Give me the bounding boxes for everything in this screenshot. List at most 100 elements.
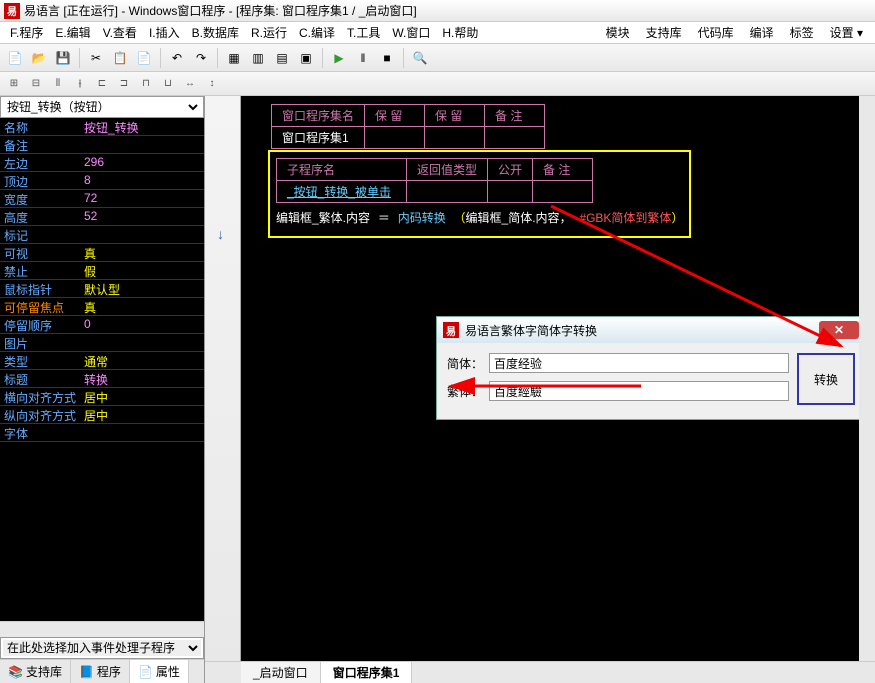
prop-value[interactable]: 真 xyxy=(80,244,204,261)
tb2-7[interactable]: ⊓ xyxy=(136,74,156,94)
menu-run[interactable]: R.运行 xyxy=(245,22,293,43)
code-line[interactable]: 编辑框_繁体.内容 ＝ 内码转换 （编辑框_简体.内容， #GBK简体到繁体） xyxy=(276,209,683,226)
prop-row[interactable]: 停留顺序0 xyxy=(0,316,204,334)
prop-value[interactable]: 假 xyxy=(80,262,204,279)
menu-file[interactable]: F.程序 xyxy=(4,22,49,43)
menu-help[interactable]: H.帮助 xyxy=(436,22,484,43)
prop-value[interactable]: 按钮_转换 xyxy=(80,118,204,135)
convert-button[interactable]: 转换 xyxy=(797,353,855,405)
menu-window[interactable]: W.窗口 xyxy=(386,22,436,43)
property-object-select[interactable]: 按钮_转换（按钮） xyxy=(3,99,201,115)
dialog-titlebar[interactable]: 易 易语言繁体字简体字转换 ✕ xyxy=(437,317,859,343)
menu-view[interactable]: V.查看 xyxy=(97,22,143,43)
tb-paste[interactable]: 📄 xyxy=(133,47,155,69)
prop-row[interactable]: 顶边8 xyxy=(0,172,204,190)
property-grid[interactable]: 名称按钮_转换备注左边296顶边8宽度72高度52标记可视真禁止假鼠标指针默认型… xyxy=(0,118,204,621)
tb2-5[interactable]: ⊏ xyxy=(92,74,112,94)
prop-row[interactable]: 类型通常 xyxy=(0,352,204,370)
tb-layout4[interactable]: ▣ xyxy=(295,47,317,69)
tab-support-lib[interactable]: 📚支持库 xyxy=(0,660,71,683)
tb2-4[interactable]: ⫲ xyxy=(70,74,90,94)
menu-r-compile[interactable]: 编译 xyxy=(742,22,782,43)
code-area[interactable]: 窗口程序集名 保 留 保 留 备 注 窗口程序集1 子程序名 返回值类型 公开 xyxy=(241,96,859,653)
prop-row[interactable]: 字体 xyxy=(0,424,204,442)
menu-r-settings[interactable]: 设置 ▾ xyxy=(822,22,871,43)
menu-edit[interactable]: E.编辑 xyxy=(49,22,96,43)
tb2-8[interactable]: ⊔ xyxy=(158,74,178,94)
tb2-1[interactable]: ⊞ xyxy=(4,74,24,94)
tb-layout1[interactable]: ▦ xyxy=(223,47,245,69)
prop-value[interactable] xyxy=(80,136,204,153)
prop-row[interactable]: 高度52 xyxy=(0,208,204,226)
prop-value[interactable]: 转换 xyxy=(80,370,204,387)
menu-r-tags[interactable]: 标签 xyxy=(782,22,822,43)
menu-r-code[interactable]: 代码库 xyxy=(690,22,742,43)
tb2-6[interactable]: ⊐ xyxy=(114,74,134,94)
prop-row[interactable]: 名称按钮_转换 xyxy=(0,118,204,136)
event-select[interactable]: 在此处选择加入事件处理子程序 xyxy=(3,640,201,656)
tab-program[interactable]: 📘程序 xyxy=(71,660,130,683)
tb-undo[interactable]: ↶ xyxy=(166,47,188,69)
tb2-9[interactable]: ↔ xyxy=(180,74,200,94)
sidebar-hscroll[interactable] xyxy=(0,621,204,637)
prop-value[interactable]: 72 xyxy=(80,190,204,207)
tb-pause[interactable]: ‖ xyxy=(352,47,374,69)
prop-value[interactable]: 52 xyxy=(80,208,204,225)
dialog-close-button[interactable]: ✕ xyxy=(819,321,859,339)
prop-value[interactable]: 0 xyxy=(80,316,204,333)
editor-vscroll[interactable] xyxy=(859,96,875,661)
event-selector[interactable]: 在此处选择加入事件处理子程序 xyxy=(0,637,204,659)
menu-r-module[interactable]: 模块 xyxy=(598,22,638,43)
property-object-selector[interactable]: 按钮_转换（按钮） xyxy=(0,96,204,118)
prop-value[interactable]: 默认型 xyxy=(80,280,204,297)
tb-layout2[interactable]: ▥ xyxy=(247,47,269,69)
prop-row[interactable]: 可视真 xyxy=(0,244,204,262)
prop-value[interactable]: 通常 xyxy=(80,352,204,369)
asm-name[interactable]: 窗口程序集1 xyxy=(272,127,365,149)
prop-row[interactable]: 禁止假 xyxy=(0,262,204,280)
tb-layout3[interactable]: ▤ xyxy=(271,47,293,69)
runtime-dialog[interactable]: 易 易语言繁体字简体字转换 ✕ 简体： 繁体： xyxy=(436,316,859,420)
prop-value[interactable] xyxy=(80,226,204,243)
prop-value[interactable]: 居中 xyxy=(80,406,204,423)
tb-run[interactable]: ▶ xyxy=(328,47,350,69)
prop-value[interactable]: 真 xyxy=(80,298,204,315)
prop-row[interactable]: 纵向对齐方式居中 xyxy=(0,406,204,424)
tb-new[interactable]: 📄 xyxy=(4,47,26,69)
prop-value[interactable] xyxy=(80,334,204,351)
prop-row[interactable]: 图片 xyxy=(0,334,204,352)
tb-redo[interactable]: ↷ xyxy=(190,47,212,69)
tab-properties[interactable]: 📄属性 xyxy=(130,660,189,683)
prop-row[interactable]: 宽度72 xyxy=(0,190,204,208)
sub-name[interactable]: _按钮_转换_被单击 xyxy=(277,181,407,203)
prop-row[interactable]: 鼠标指针默认型 xyxy=(0,280,204,298)
input-simplified[interactable] xyxy=(489,353,789,373)
prop-value[interactable] xyxy=(80,424,204,441)
menu-r-lib[interactable]: 支持库 xyxy=(638,22,690,43)
prop-row[interactable]: 横向对齐方式居中 xyxy=(0,388,204,406)
tb-open[interactable]: 📂 xyxy=(28,47,50,69)
prop-row[interactable]: 左边296 xyxy=(0,154,204,172)
prop-row[interactable]: 标记 xyxy=(0,226,204,244)
tb2-2[interactable]: ⊟ xyxy=(26,74,46,94)
tb-copy[interactable]: 📋 xyxy=(109,47,131,69)
prop-row[interactable]: 可停留焦点真 xyxy=(0,298,204,316)
tb-cut[interactable]: ✂ xyxy=(85,47,107,69)
menu-compile[interactable]: C.编译 xyxy=(293,22,341,43)
editor-tab-asm1[interactable]: 窗口程序集1 xyxy=(321,662,413,683)
tb-stop[interactable]: ■ xyxy=(376,47,398,69)
prop-value[interactable]: 居中 xyxy=(80,388,204,405)
prop-value[interactable]: 296 xyxy=(80,154,204,171)
menu-insert[interactable]: I.插入 xyxy=(143,22,186,43)
menu-tools[interactable]: T.工具 xyxy=(341,22,386,43)
prop-value[interactable]: 8 xyxy=(80,172,204,189)
tb-save[interactable]: 💾 xyxy=(52,47,74,69)
tb2-3[interactable]: ⫴ xyxy=(48,74,68,94)
tb2-10[interactable]: ↕ xyxy=(202,74,222,94)
tb-find[interactable]: 🔍 xyxy=(409,47,431,69)
input-traditional[interactable] xyxy=(489,381,789,401)
editor-tab-startwin[interactable]: _启动窗口 xyxy=(241,662,321,683)
prop-row[interactable]: 标题转换 xyxy=(0,370,204,388)
prop-row[interactable]: 备注 xyxy=(0,136,204,154)
menu-db[interactable]: B.数据库 xyxy=(186,22,245,43)
